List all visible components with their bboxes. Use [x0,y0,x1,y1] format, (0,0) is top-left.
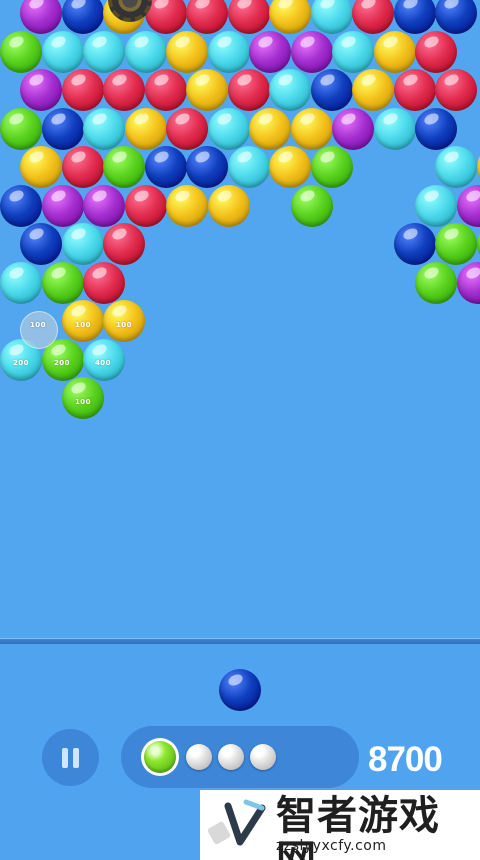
cyan-bubble [61,223,104,265]
blue-bubble [186,146,228,188]
cyan-bubble [124,30,167,73]
green-bubble [103,146,145,188]
cyan-bubble [373,107,416,150]
purple-bubble [41,184,84,227]
red-bubble [393,69,436,111]
green-bubble [0,30,42,73]
yellow-bubble [166,184,208,227]
blue-bubble [0,184,42,227]
points-popup: 100 [115,321,133,329]
yellow-bubble [166,30,208,73]
yellow-bubble [207,184,250,227]
red-bubble [61,69,104,111]
pause-icon [73,747,79,768]
green-bubble [415,261,457,304]
points-popup: 100 [74,398,92,406]
blue-bubble [61,0,104,34]
green-bubble [290,184,333,227]
blue-bubble [393,223,436,265]
points-popup: 200 [12,359,30,367]
purple-bubble [456,184,480,227]
purple-bubble [20,0,62,34]
yellow-bubble [290,107,333,150]
purple-bubble [249,30,291,73]
queued-bubble [218,744,244,770]
cyan-bubble [227,146,270,188]
cyan-bubble [83,107,125,150]
points-popup: 100 [74,321,92,329]
red-bubble [103,223,145,265]
red-bubble [103,69,145,111]
shooter-bubble[interactable] [219,669,261,711]
red-bubble [166,107,208,150]
yellow-bubble [476,146,480,188]
yellow-bubble [269,0,311,34]
watermark-url: zzslyyxcfy.com [276,838,387,854]
red-bubble [61,146,104,188]
game-stage[interactable]: 100 100 100 200 400 100 200 8700 智者游戏网 z… [0,0,480,860]
score-counter: 8700 [368,740,443,779]
cyan-bubble [332,30,374,73]
purple-bubble [83,184,125,227]
red-bubble [227,0,270,34]
cyan-bubble [0,261,42,304]
yellow-bubble [249,107,291,150]
yellow-bubble [124,107,167,150]
next-bubble-current[interactable] [141,738,179,776]
cyan-bubble [269,69,311,111]
cyan-bubble [310,0,353,34]
red-bubble [227,69,270,111]
red-bubble [124,184,167,227]
purple-bubble [290,30,333,73]
red-bubble [352,0,394,34]
pause-icon [62,747,68,768]
site-watermark: 智者游戏网 zzslyyxcfy.com [200,790,480,860]
points-popup: 400 [94,359,112,367]
red-bubble [144,69,187,111]
brand-logo-icon [207,799,266,846]
red-bubble [83,261,125,304]
points-popup: 100 [29,321,47,329]
cyan-bubble [41,30,84,73]
blue-bubble [415,107,457,150]
cyan-bubble [207,30,250,73]
cyan-bubble [415,184,457,227]
blue-bubble [435,0,477,34]
purple-bubble [20,69,62,111]
green-bubble [476,223,480,265]
cyan-bubble [83,30,125,73]
queued-bubble [186,744,212,770]
green-bubble [41,261,84,304]
red-bubble [415,30,457,73]
blue-bubble [144,146,187,188]
cyan-bubble [435,146,477,188]
yellow-bubble [352,69,394,111]
green-bubble [435,223,477,265]
blue-bubble [20,223,62,265]
popping-bubble-ghost [20,311,58,349]
red-bubble [186,0,228,34]
purple-bubble [332,107,374,150]
next-bubbles-tray [121,726,359,788]
blue-bubble [393,0,436,34]
yellow-bubble [269,146,311,188]
green-bubble [0,107,42,150]
blue-bubble [310,69,353,111]
cyan-bubble [207,107,250,150]
yellow-bubble [186,69,228,111]
pause-button[interactable] [42,729,99,786]
blue-bubble [41,107,84,150]
points-popup: 200 [53,359,71,367]
green-bubble [310,146,353,188]
yellow-bubble [373,30,416,73]
yellow-bubble [20,146,62,188]
queued-bubble [250,744,276,770]
purple-bubble [456,261,480,304]
red-bubble [435,69,477,111]
